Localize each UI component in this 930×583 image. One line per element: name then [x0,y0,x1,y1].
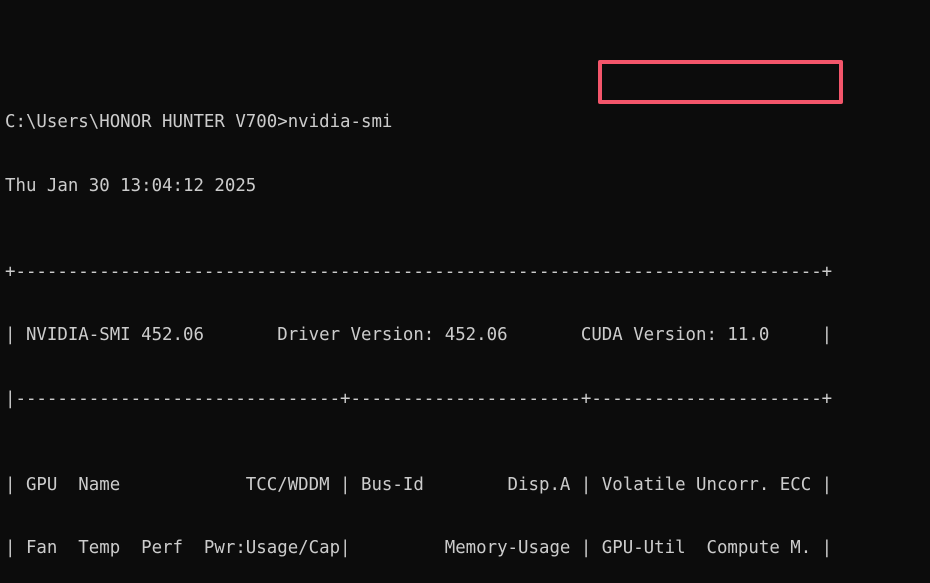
smi-title-row: | NVIDIA-SMI 452.06 Driver Version: 452.… [5,325,833,346]
terminal-window[interactable]: C:\Users\HONOR HUNTER V700>nvidia-smi Th… [0,0,930,583]
smi-border-top: +---------------------------------------… [5,261,833,282]
gpu-table-header-row-1: | GPU Name TCC/WDDM | Bus-Id Disp.A | Vo… [5,474,833,495]
smi-border-under-title: |-------------------------------+-------… [5,389,833,410]
timestamp-line: Thu Jan 30 13:04:12 2025 [5,176,257,197]
gpu-table-header-row-2: | Fan Temp Perf Pwr:Usage/Cap| Memory-Us… [5,538,833,559]
top-padding [5,43,832,49]
terminal-output[interactable]: C:\Users\HONOR HUNTER V700>nvidia-smi Th… [5,0,832,583]
command-prompt-line: C:\Users\HONOR HUNTER V700>nvidia-smi [5,112,393,133]
